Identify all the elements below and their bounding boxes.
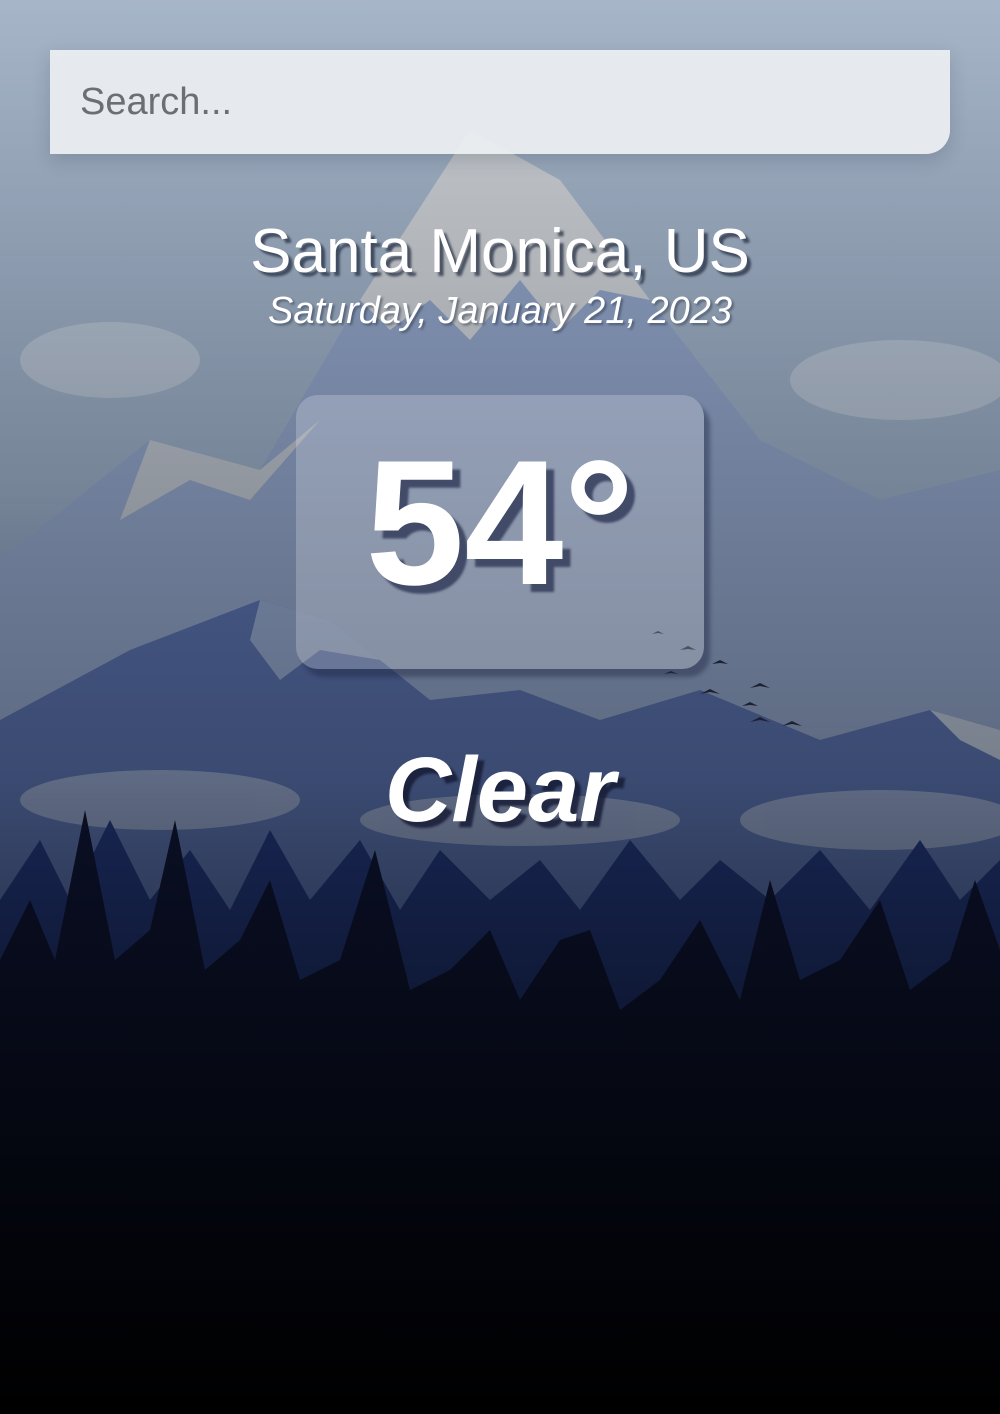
location-name: Santa Monica, US [250, 217, 750, 286]
weather-condition: Clear [384, 739, 616, 841]
search-input[interactable] [50, 50, 950, 154]
current-date: Saturday, January 21, 2023 [267, 290, 733, 332]
temperature-value: 54° [365, 423, 635, 622]
background-landscape [0, 0, 1000, 1414]
search-bar [50, 50, 950, 154]
temperature-card: 54° [296, 395, 704, 669]
